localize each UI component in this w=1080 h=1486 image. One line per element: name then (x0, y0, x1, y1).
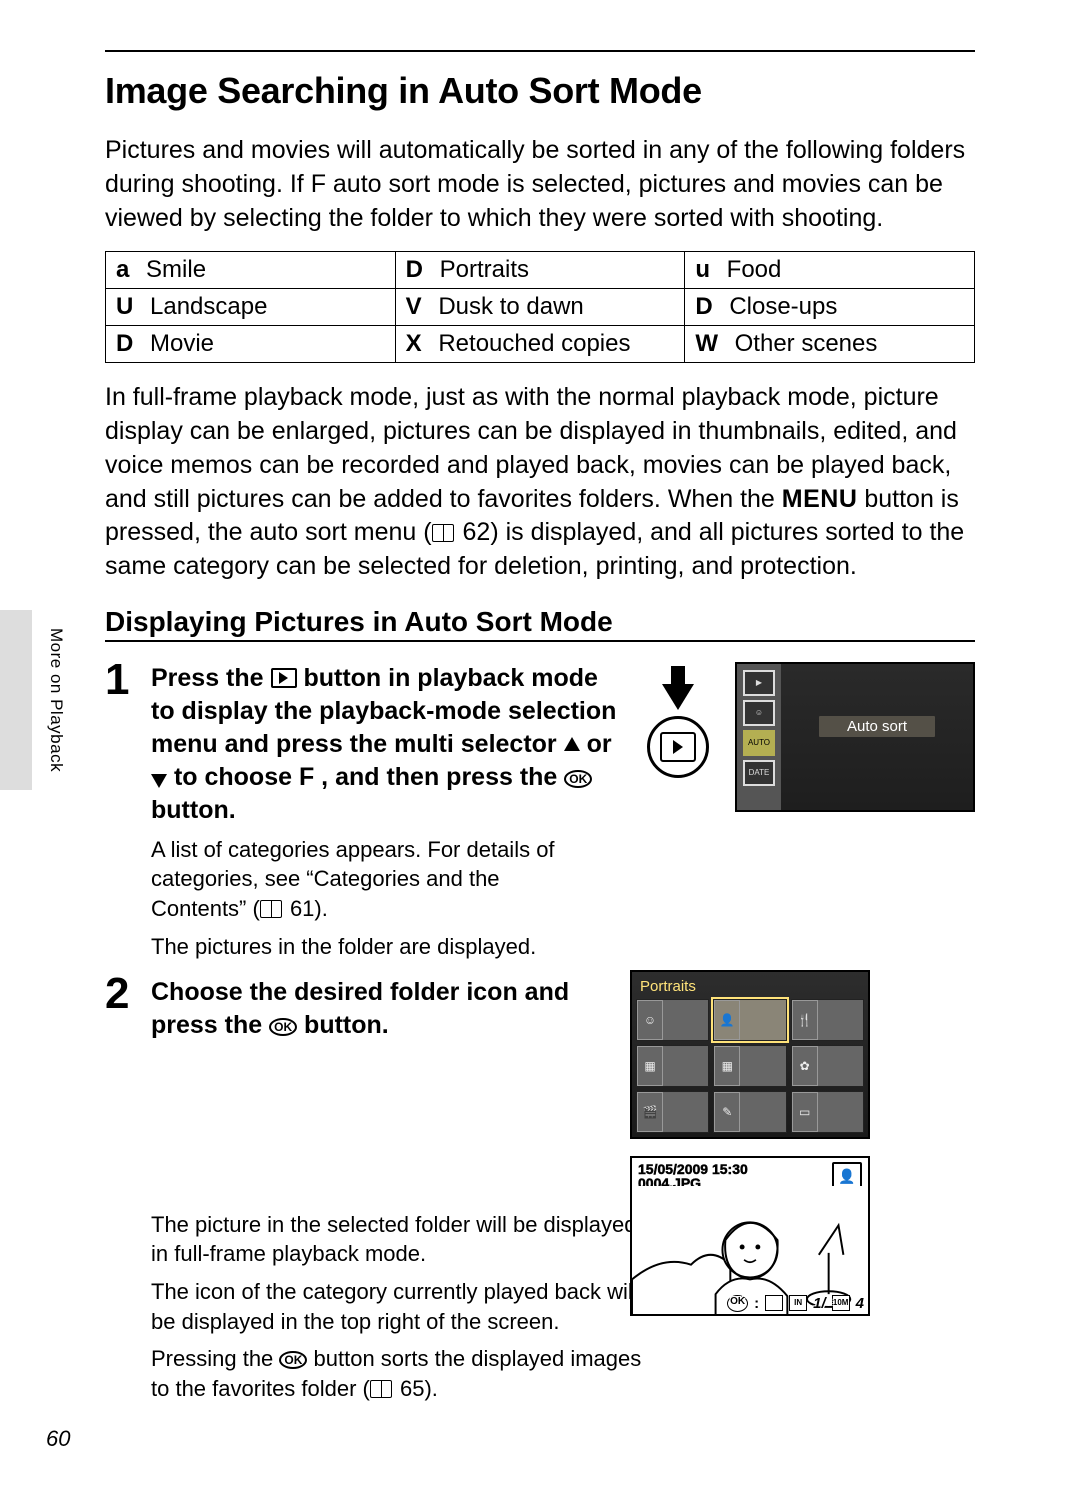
up-arrow-icon (564, 737, 580, 751)
intro-paragraph: Pictures and movies will automatically b… (105, 134, 975, 235)
step-1-note-2: The pictures in the folder are displayed… (151, 932, 975, 962)
text-fragment: or (580, 730, 612, 758)
category-cell: D Close-ups (685, 289, 975, 326)
text-fragment: button. (151, 796, 236, 824)
step-2-note-1: The picture in the selected folder will … (151, 1210, 651, 1269)
category-cell: X Retouched copies (395, 326, 685, 363)
playback-button-illustration (633, 666, 723, 778)
category-label: Dusk to dawn (432, 293, 584, 320)
manual-page: Image Searching in Auto Sort Mode Pictur… (0, 0, 1080, 1486)
lcd-screenshot-playback: 15/05/2009 15:30 0004.JPG 👤 (630, 1156, 870, 1316)
top-rule (105, 50, 975, 52)
text-fragment: Press the (151, 664, 271, 692)
page-ref: 65 (394, 1376, 425, 1401)
category-symbol: u (695, 256, 710, 283)
category-cell: V Dusk to dawn (395, 289, 685, 326)
subsection-title: Displaying Pictures in Auto Sort Mode (105, 606, 975, 638)
text-fragment: ). (314, 896, 327, 921)
manual-ref-icon (432, 524, 454, 542)
lcd-total: 4 (856, 1295, 864, 1312)
category-symbol: V (406, 293, 422, 320)
category-cell: u Food (685, 252, 975, 289)
category-label: Portraits (433, 256, 529, 283)
category-cell: a Smile (106, 252, 396, 289)
category-cell: W Other scenes (685, 326, 975, 363)
category-symbol: W (695, 330, 718, 357)
category-label: Movie (143, 330, 214, 357)
category-cell: U Landscape (106, 289, 396, 326)
lcd-fav-icon (765, 1295, 783, 1311)
lcd-mode-label: Auto sort (819, 716, 935, 737)
step-number: 1 (105, 658, 151, 702)
ok-button-icon: OK (564, 770, 592, 788)
lcd-in-icon: IN (789, 1295, 807, 1311)
lcd-bottom-bar: OK : IN 1/ 10M 4 (636, 1295, 864, 1312)
step-2-note-3: Pressing the OK button sorts the display… (151, 1344, 651, 1403)
lcd-screenshot-category-grid: Portraits ☺ 👤 🍴 ▦ ▦ ✿ 🎬 ✎ ▭ (630, 970, 870, 1139)
category-symbol: a (116, 256, 129, 283)
text-fragment: button. (297, 1011, 389, 1039)
playback-button-icon (271, 668, 297, 688)
step-2-note-2: The icon of the category currently playe… (151, 1277, 651, 1336)
lcd-ok-glyph: OK (727, 1295, 748, 1312)
step-1: 1 Press the button in playback mode to d… (105, 662, 975, 968)
step-2-instruction: Choose the desired folder icon and press… (151, 976, 621, 1042)
text-fragment: A list of categories appears. For detail… (151, 837, 555, 921)
text-fragment: ). (424, 1376, 437, 1401)
menu-button-label: MENU (782, 485, 858, 513)
text-fragment: Pressing the (151, 1346, 279, 1371)
page-ref: 62 (456, 518, 491, 546)
lcd-mode-icon: DATE (743, 760, 775, 786)
category-label: Other scenes (728, 330, 877, 357)
category-label: Close-ups (723, 293, 838, 320)
category-symbol: D (116, 330, 133, 357)
category-label: Retouched copies (432, 330, 631, 357)
text-fragment: to choose F , and then press the (167, 763, 564, 791)
lcd-mode-icon: ☺ (743, 700, 775, 726)
ok-button-icon: OK (279, 1351, 307, 1369)
category-symbol: D (406, 256, 423, 283)
lcd-counter: 1/ (813, 1295, 826, 1312)
subsection-rule (105, 640, 975, 642)
lcd-mode-icon-selected: AUTO (743, 730, 775, 756)
lcd-size-icon: 10M (832, 1295, 850, 1311)
manual-ref-icon (260, 900, 282, 918)
category-symbol: D (695, 293, 712, 320)
category-symbol: X (406, 330, 422, 357)
lcd-date: 15/05/2009 15:30 (638, 1162, 748, 1177)
manual-ref-icon (370, 1380, 392, 1398)
step-2: 2 Choose the desired folder icon and pre… (105, 976, 975, 1410)
step-number: 2 (105, 972, 151, 1016)
step-1-instruction: Press the button in playback mode to dis… (151, 662, 621, 827)
categories-table: a SmileD Portraitsu FoodU LandscapeV Dus… (105, 251, 975, 363)
step-1-note: A list of categories appears. For detail… (151, 835, 571, 924)
page-title: Image Searching in Auto Sort Mode (105, 70, 975, 112)
lcd-mode-icon: ▶ (743, 670, 775, 696)
lcd-category-header: Portraits (636, 976, 864, 999)
down-arrow-icon (151, 774, 167, 788)
category-cell: D Movie (106, 326, 396, 363)
after-table-paragraph: In full-frame playback mode, just as wit… (105, 381, 975, 584)
category-symbol: U (116, 293, 133, 320)
category-cell: D Portraits (395, 252, 685, 289)
category-label: Smile (139, 256, 206, 283)
page-ref: 61 (284, 896, 315, 921)
category-label: Food (720, 256, 781, 283)
category-label: Landscape (143, 293, 267, 320)
lcd-screenshot-mode-menu: ▶ ☺ AUTO DATE Auto sort (735, 662, 975, 812)
ok-button-icon: OK (269, 1018, 297, 1036)
